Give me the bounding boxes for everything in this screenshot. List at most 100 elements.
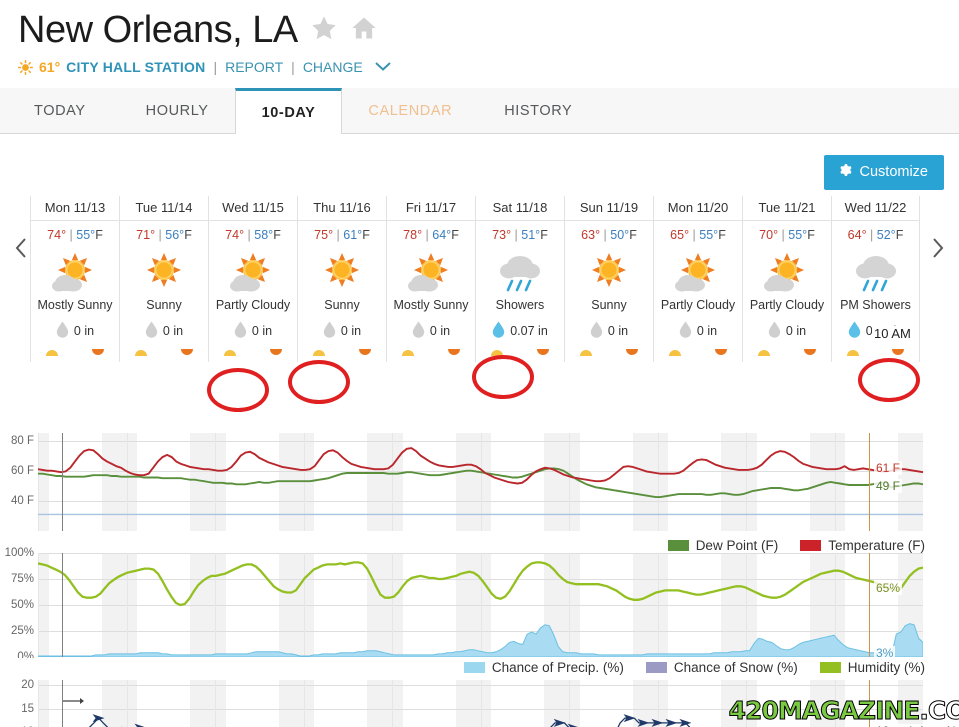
gear-icon <box>838 163 852 181</box>
day-precip: 0 in <box>679 321 717 341</box>
day-card[interactable]: Mon 11/13 74° | 55°F Mostly Sunny 0 in <box>30 196 119 362</box>
chevron-down-icon[interactable] <box>373 59 393 75</box>
tab-history[interactable]: HISTORY <box>478 88 598 133</box>
annotation-circle <box>288 360 350 404</box>
day-name: Mon 11/20 <box>654 196 742 221</box>
legend-item[interactable]: Chance of Precip. (%) <box>463 659 624 675</box>
legend-swatch <box>800 539 822 551</box>
tab-label: HISTORY <box>504 102 573 119</box>
day-precip: 0 in <box>768 321 806 341</box>
precip-drop-icon <box>234 321 247 341</box>
day-card[interactable]: Thu 11/16 75° | 61°F Sunny 0 in <box>297 196 386 362</box>
divider: | <box>213 59 218 75</box>
annotation-circle <box>207 368 269 412</box>
legend-item[interactable]: Humidity (%) <box>819 659 925 675</box>
forecast-day-strip: Mon 11/13 74° | 55°F Mostly Sunny 0 in Tue 1… <box>0 196 959 362</box>
temperature-chart-plot[interactable] <box>38 433 923 531</box>
annotation-circle <box>472 355 534 399</box>
home-icon[interactable] <box>350 14 378 47</box>
customize-area: Customize <box>823 155 944 190</box>
temp-unit: F <box>895 228 904 242</box>
page-header: New Orleans, LA 61° CITY HALL STATION | … <box>0 0 959 88</box>
day-card[interactable]: Sat 11/18 73° | 51°F Showers 0.07 in <box>475 196 564 362</box>
day-precip: 0 in <box>234 321 272 341</box>
temp-separator: | <box>600 228 611 242</box>
next-days-button[interactable] <box>923 230 951 266</box>
sun-times-row <box>298 342 386 362</box>
day-high: 74° <box>47 228 67 242</box>
sunset-icon <box>714 344 728 362</box>
divider: | <box>291 59 295 75</box>
day-card[interactable]: Fri 11/17 78° | 64°F Mostly Sunny 0 in <box>386 196 475 362</box>
temp-unit: F <box>451 228 459 242</box>
legend-label: Temperature (F) <box>828 537 925 553</box>
tab-hourly[interactable]: HOURLY <box>120 88 235 133</box>
day-low: 58° <box>254 228 274 242</box>
tab-today[interactable]: TODAY <box>0 88 120 133</box>
legend-item[interactable]: Chance of Snow (%) <box>645 660 798 675</box>
now-line <box>869 553 870 657</box>
day-name: Sat 11/18 <box>476 196 564 221</box>
day-temperatures: 71° | 56°F <box>136 221 192 245</box>
precip-drop-icon <box>768 321 781 341</box>
precip-drop-icon <box>412 321 425 341</box>
star-icon[interactable] <box>310 14 338 47</box>
temperature-chart-legend: Dew Point (F) Temperature (F) <box>0 536 925 554</box>
day-card[interactable]: Sun 11/19 63° | 50°F Sunny 0 in <box>564 196 653 362</box>
humidity-precip-chart-legend: Chance of Precip. (%) Chance of Snow (%) H… <box>0 658 925 676</box>
day-name: Sun 11/19 <box>565 196 653 221</box>
day-condition: Showers <box>495 298 545 312</box>
temp-separator: | <box>866 228 877 242</box>
day-condition: Sunny <box>324 298 360 312</box>
temp-unit: F <box>807 228 815 242</box>
day-condition: Sunny <box>146 298 182 312</box>
tab-calendar[interactable]: CALENDAR <box>342 88 478 133</box>
temp-separator: | <box>422 228 433 242</box>
sunrise-icon <box>401 344 415 362</box>
precip-amount: 0 in <box>429 324 451 338</box>
sunset-icon <box>180 344 194 362</box>
legend-swatch <box>667 539 689 551</box>
tab-label: CALENDAR <box>368 102 453 119</box>
annotation-circle <box>858 358 920 402</box>
legend-swatch <box>819 661 841 673</box>
change-link[interactable]: CHANGE <box>303 59 363 75</box>
sunrise-icon <box>134 344 148 362</box>
day-card[interactable]: Wed 11/15 74° | 58°F Partly Cloudy 0 in <box>208 196 297 362</box>
humidity-precip-chart-plot[interactable] <box>38 553 923 657</box>
day-low: 50° <box>610 228 630 242</box>
temp-unit: F <box>540 228 548 242</box>
day-card[interactable]: Tue 11/21 70° | 55°F Partly Cloudy 0 in <box>742 196 831 362</box>
hover-time-tooltip: 10 AM <box>872 326 913 341</box>
partly-cloudy-icon <box>672 246 724 296</box>
sun-times-row <box>209 342 297 362</box>
cursor-line <box>62 433 63 531</box>
customize-button[interactable]: Customize <box>823 155 944 190</box>
temp-separator: | <box>333 228 344 242</box>
station-name[interactable]: CITY HALL STATION <box>66 59 205 75</box>
temp-separator: | <box>689 228 700 242</box>
precip-drop-icon <box>848 321 861 341</box>
sunny-icon <box>316 246 368 296</box>
temp-unit: F <box>184 228 192 242</box>
day-card[interactable]: Tue 11/14 71° | 56°F Sunny 0 in <box>119 196 208 362</box>
legend-item[interactable]: Temperature (F) <box>800 538 925 553</box>
day-low: 55° <box>76 228 96 242</box>
day-card[interactable]: Mon 11/20 65° | 55°F Partly Cloudy 0 in <box>653 196 742 362</box>
watermark-part-a: 420MAGAZINE <box>728 695 921 725</box>
day-name: Tue 11/14 <box>120 196 208 221</box>
day-high: 63° <box>581 228 601 242</box>
tab-label: 10-DAY <box>261 104 316 121</box>
day-name: Thu 11/16 <box>298 196 386 221</box>
legend-label: Chance of Precip. (%) <box>491 659 624 675</box>
y-axis-tick: 80 F <box>10 434 34 447</box>
day-temperatures: 70° | 55°F <box>759 221 815 245</box>
tab-10-day[interactable]: 10-DAY <box>234 88 343 134</box>
watermark: 420MAGAZINE.COM <box>728 693 959 727</box>
report-link[interactable]: REPORT <box>225 59 283 75</box>
current-temperature: 61° <box>39 59 61 75</box>
legend-item[interactable]: Dew Point (F) <box>667 538 778 553</box>
legend-label: Humidity (%) <box>847 659 925 675</box>
day-precip: 0 in <box>590 321 628 341</box>
day-low: 51° <box>521 228 541 242</box>
